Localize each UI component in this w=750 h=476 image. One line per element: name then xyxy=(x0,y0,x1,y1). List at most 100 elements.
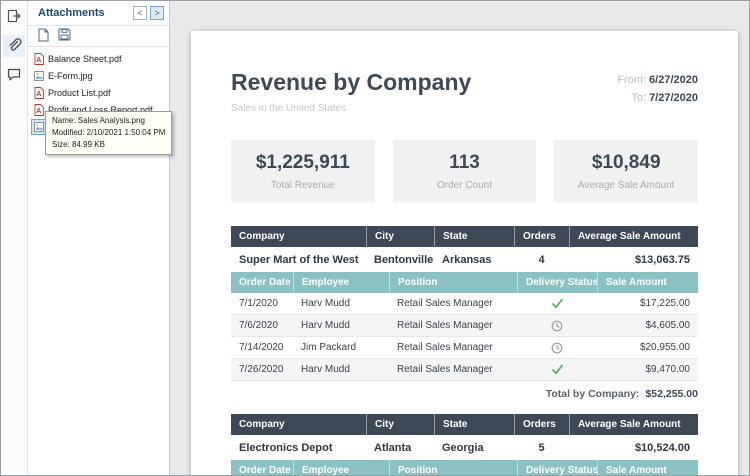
company-name: Electronics Depot xyxy=(231,435,366,460)
total-revenue-card: $1,225,911 Total Revenue xyxy=(231,140,375,202)
company-group-1: Company City State Orders Average Sale A… xyxy=(231,226,698,381)
attachment-item-balance-sheet[interactable]: A Balance Sheet.pdf xyxy=(31,51,127,67)
from-label: From: xyxy=(617,74,646,86)
panel-prev-button[interactable]: < xyxy=(133,6,147,20)
order-date: 7/6/2020 xyxy=(231,315,293,336)
company-avg-sale: $13,063.75 xyxy=(569,247,698,272)
report-page: Revenue by Company Sales in the United S… xyxy=(191,31,738,475)
company-state: Arkansas xyxy=(434,247,514,272)
order-count-card: 113 Order Count xyxy=(393,140,537,202)
viewer-side-toolbar xyxy=(1,1,28,475)
order-date: 7/1/2020 xyxy=(231,293,293,314)
order-employee: Harv Mudd xyxy=(293,293,389,314)
panel-next-button[interactable]: > xyxy=(150,6,164,20)
col-state: State xyxy=(434,226,514,247)
document-icon xyxy=(37,28,49,45)
report-title: Revenue by Company xyxy=(231,69,471,96)
order-date: 7/26/2020 xyxy=(231,359,293,380)
comments-button[interactable] xyxy=(3,64,25,86)
company-table-header: Company City State Orders Average Sale A… xyxy=(231,414,698,435)
attachment-item-e-form[interactable]: E-Form.jpg xyxy=(31,68,98,84)
tooltip-file-size: Size: 84.99 KB xyxy=(52,139,165,151)
order-row: 7/6/2020 Harv Mudd Retail Sales Manager … xyxy=(231,315,698,337)
col-sale-amount: Sale Amount xyxy=(597,272,698,293)
to-date: 7/27/2020 xyxy=(649,92,698,104)
company-orders: 5 xyxy=(514,435,569,460)
from-date: 6/27/2020 xyxy=(649,74,698,86)
report-viewer-window: Attachments < > A Balance Sheet.pdf xyxy=(0,0,750,476)
order-row: 7/14/2020 Jim Packard Retail Sales Manag… xyxy=(231,337,698,359)
col-position: Position xyxy=(389,460,517,475)
order-amount: $17,225.00 xyxy=(597,293,698,314)
col-position: Position xyxy=(389,272,517,293)
to-label: To: xyxy=(631,92,646,104)
company-state: Georgia xyxy=(434,435,514,460)
image-file-icon xyxy=(34,121,44,133)
company-group-2: Company City State Orders Average Sale A… xyxy=(231,414,698,475)
save-attachment-button[interactable] xyxy=(58,28,71,44)
delivery-status-icon xyxy=(517,315,597,336)
col-delivery-status: Delivery Status xyxy=(517,460,597,475)
col-orders: Orders xyxy=(514,414,569,435)
open-attachment-button[interactable] xyxy=(37,28,49,45)
company-row: Super Mart of the West Bentonville Arkan… xyxy=(231,247,698,272)
company-city: Bentonville xyxy=(366,247,434,272)
col-employee: Employee xyxy=(293,272,389,293)
order-position: Retail Sales Manager xyxy=(389,337,517,358)
pdf-file-icon: A xyxy=(34,53,44,65)
export-icon xyxy=(6,8,22,27)
attachments-panel-title: Attachments xyxy=(38,7,105,19)
order-count-label: Order Count xyxy=(437,180,492,191)
order-row: 7/26/2020 Harv Mudd Retail Sales Manager… xyxy=(231,359,698,381)
order-count-value: 113 xyxy=(449,152,480,174)
svg-text:A: A xyxy=(36,57,41,64)
average-sale-card: $10,849 Average Sale Amount xyxy=(554,140,698,202)
order-employee: Harv Mudd xyxy=(293,359,389,380)
comment-icon xyxy=(6,66,22,85)
save-icon xyxy=(58,28,71,44)
pdf-file-icon: A xyxy=(34,87,44,99)
average-sale-value: $10,849 xyxy=(592,152,661,174)
company-orders: 4 xyxy=(514,247,569,272)
svg-text:A: A xyxy=(36,91,41,98)
col-city: City xyxy=(366,226,434,247)
order-amount: $9,470.00 xyxy=(597,359,698,380)
tooltip-file-name: Name: Sales Analysis.png xyxy=(52,115,165,127)
attachments-panel-header: Attachments < > xyxy=(28,1,169,26)
detail-table-header: Order Date Employee Position Delivery St… xyxy=(231,460,698,475)
col-order-date: Order Date xyxy=(231,460,293,475)
attachment-file-name: Balance Sheet.pdf xyxy=(48,54,122,65)
delivery-status-icon xyxy=(517,337,597,358)
order-position: Retail Sales Manager xyxy=(389,315,517,336)
paperclip-icon xyxy=(6,37,22,56)
attachment-item-product-list[interactable]: A Product List.pdf xyxy=(31,85,116,101)
report-header: Revenue by Company Sales in the United S… xyxy=(231,69,698,114)
attachment-tooltip: Name: Sales Analysis.png Modified: 2/10/… xyxy=(45,111,172,155)
company-city: Atlanta xyxy=(366,435,434,460)
col-orders: Orders xyxy=(514,226,569,247)
tooltip-file-modified: Modified: 2/10/2021 1:50:04 PM xyxy=(52,127,165,139)
col-company: Company xyxy=(231,414,366,435)
attachments-button[interactable] xyxy=(3,35,25,57)
company-row: Electronics Depot Atlanta Georgia 5 $10,… xyxy=(231,435,698,460)
company-name: Super Mart of the West xyxy=(231,247,366,272)
svg-text:A: A xyxy=(36,108,41,115)
col-avg-sale: Average Sale Amount xyxy=(569,414,698,435)
col-delivery-status: Delivery Status xyxy=(517,272,597,293)
col-company: Company xyxy=(231,226,366,247)
total-revenue-value: $1,225,911 xyxy=(256,152,350,174)
order-amount: $4,605.00 xyxy=(597,315,698,336)
delivery-status-icon xyxy=(517,293,597,314)
company-table-header: Company City State Orders Average Sale A… xyxy=(231,226,698,247)
summary-cards: $1,225,911 Total Revenue 113 Order Count… xyxy=(231,140,698,202)
col-employee: Employee xyxy=(293,460,389,475)
col-order-date: Order Date xyxy=(231,272,293,293)
report-subtitle: Sales in the United States xyxy=(231,103,471,114)
detail-table-header: Order Date Employee Position Delivery St… xyxy=(231,272,698,293)
col-avg-sale: Average Sale Amount xyxy=(569,226,698,247)
document-viewport[interactable]: Revenue by Company Sales in the United S… xyxy=(170,1,749,475)
col-sale-amount: Sale Amount xyxy=(597,460,698,475)
export-button[interactable] xyxy=(3,6,25,28)
order-date: 7/14/2020 xyxy=(231,337,293,358)
order-position: Retail Sales Manager xyxy=(389,293,517,314)
